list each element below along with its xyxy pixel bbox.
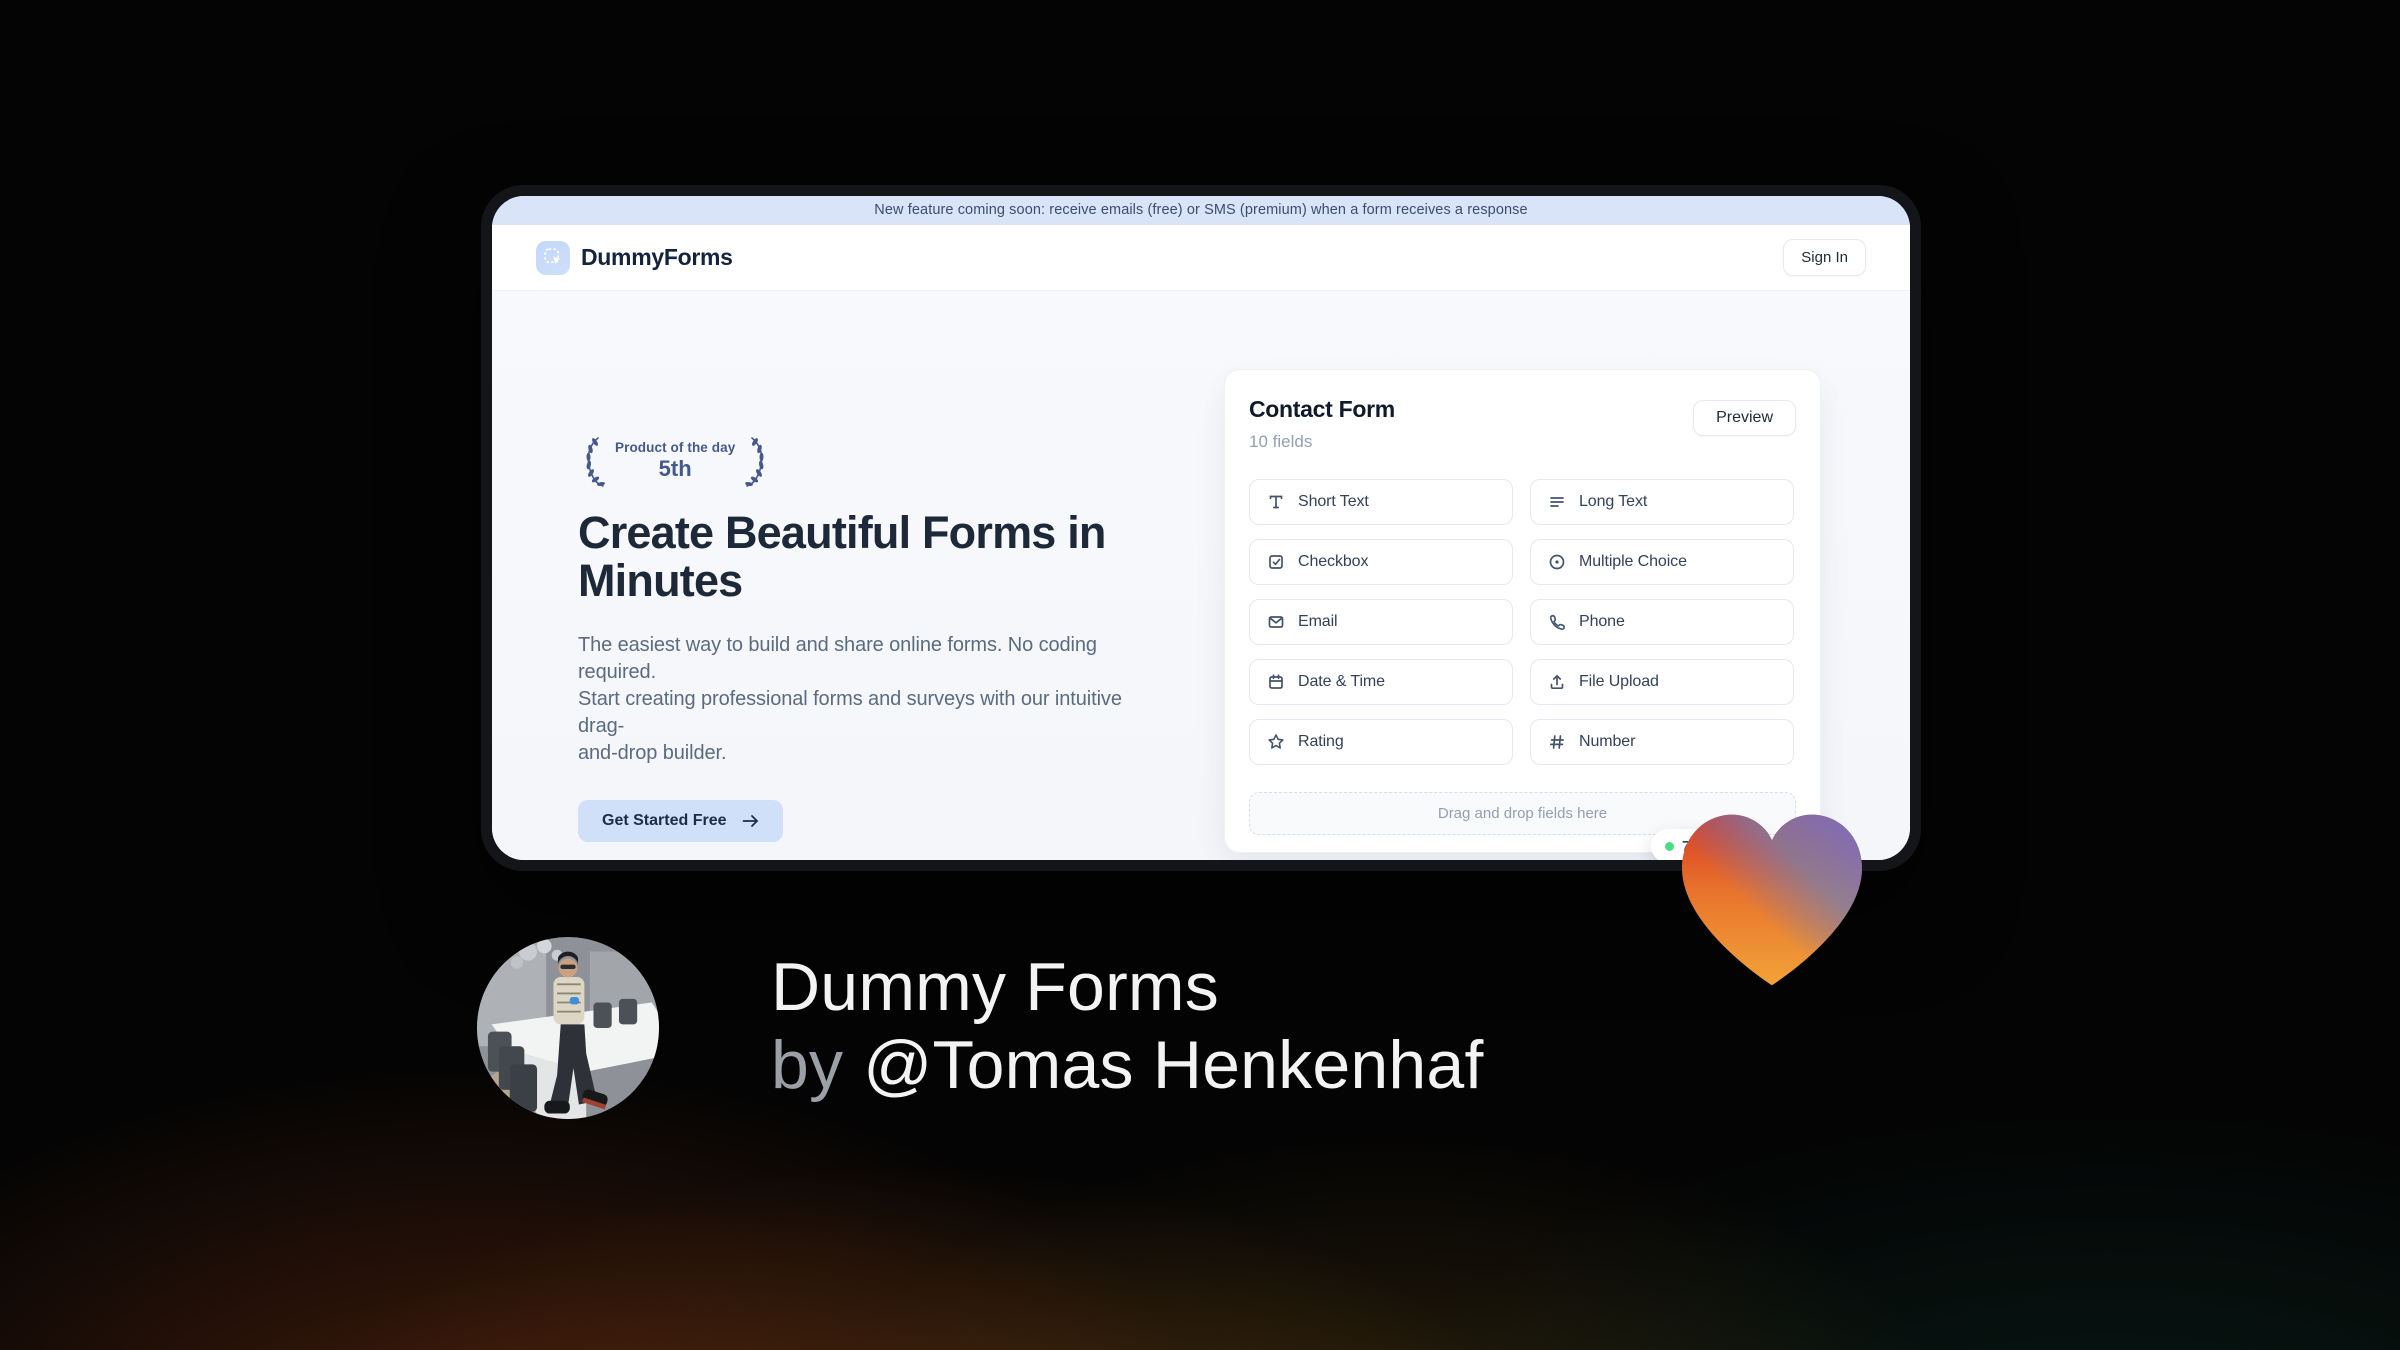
field-label: Multiple Choice	[1579, 553, 1687, 570]
get-started-button[interactable]: Get Started Free	[578, 800, 784, 842]
field-type-grid: Short Text Long Text Checkbox Multiple C…	[1249, 479, 1796, 765]
credit-title: Dummy Forms	[771, 949, 1219, 1025]
hero-section: Product of the day 5th Create Beautiful …	[492, 291, 1910, 860]
field-type-multiple-choice[interactable]: Multiple Choice	[1530, 539, 1794, 585]
field-type-phone[interactable]: Phone	[1530, 599, 1794, 645]
checkbox-icon	[1266, 552, 1286, 572]
field-type-rating[interactable]: Rating	[1249, 719, 1513, 765]
laurel-right-icon	[745, 437, 764, 487]
award-text: Product of the day 5th	[615, 440, 735, 482]
form-title: Contact Form	[1249, 396, 1395, 422]
calendar-icon	[1266, 672, 1286, 692]
page-surface: New feature coming soon: receive emails …	[492, 196, 1910, 860]
field-label: Checkbox	[1298, 553, 1369, 570]
field-label: Email	[1298, 613, 1338, 630]
field-type-email[interactable]: Email	[1249, 599, 1513, 645]
field-label: Rating	[1298, 733, 1344, 750]
hero-description: The easiest way to build and share onlin…	[578, 634, 1122, 764]
heart-icon	[1682, 814, 1862, 986]
dummyforms-logo-icon	[536, 240, 570, 275]
field-label: Date & Time	[1298, 673, 1385, 690]
award-title: Product of the day	[615, 440, 736, 455]
get-started-label: Get Started Free	[602, 812, 727, 829]
form-field-count: 10 fields	[1249, 432, 1313, 451]
preview-button[interactable]: Preview	[1693, 400, 1796, 436]
field-label: Long Text	[1579, 493, 1648, 510]
field-type-short-text[interactable]: Short Text	[1249, 479, 1513, 525]
field-type-checkbox[interactable]: Checkbox	[1249, 539, 1513, 585]
long-text-icon	[1547, 492, 1567, 512]
credit-byline-prefix: by	[771, 1027, 844, 1103]
radio-icon	[1547, 552, 1567, 572]
hash-icon	[1547, 732, 1567, 752]
laurel-left-icon	[586, 437, 605, 487]
form-builder-header: Contact Form 10 fields Preview	[1249, 396, 1796, 452]
arrow-right-icon	[743, 815, 759, 827]
site-header: DummyForms Sign In	[492, 225, 1910, 291]
author-avatar	[477, 937, 659, 1119]
award-rank: 5th	[658, 456, 692, 481]
field-type-date-time[interactable]: Date & Time	[1249, 659, 1513, 705]
field-type-file-upload[interactable]: File Upload	[1530, 659, 1794, 705]
email-icon	[1266, 612, 1286, 632]
field-label: Phone	[1579, 613, 1625, 630]
browser-window: New feature coming soon: receive emails …	[481, 185, 1921, 871]
form-builder-card: Contact Form 10 fields Preview Short Tex…	[1224, 369, 1821, 853]
upload-icon	[1547, 672, 1567, 692]
field-label: File Upload	[1579, 673, 1659, 690]
star-icon	[1266, 732, 1286, 752]
short-text-icon	[1266, 492, 1286, 512]
drag-drop-label: Drag and drop fields here	[1437, 805, 1608, 822]
field-label: Number	[1579, 733, 1636, 750]
phone-icon	[1547, 612, 1567, 632]
announcement-banner: New feature coming soon: receive emails …	[492, 196, 1910, 225]
product-of-the-day-badge: Product of the day 5th	[578, 435, 1168, 487]
brand-home-link[interactable]: DummyForms	[536, 240, 733, 275]
credit-author: @Tomas Henkenhaf	[863, 1027, 1484, 1103]
hero-copy: Product of the day 5th Create Beautiful …	[578, 435, 1168, 842]
field-label: Short Text	[1298, 493, 1369, 510]
credit-block: Dummy Forms by @Tomas Henkenhaf	[771, 948, 1484, 1104]
field-type-number[interactable]: Number	[1530, 719, 1794, 765]
field-type-long-text[interactable]: Long Text	[1530, 479, 1794, 525]
brand-name: DummyForms	[581, 244, 733, 270]
sign-in-button[interactable]: Sign In	[1783, 239, 1866, 276]
page-title: Create Beautiful Forms in Minutes	[578, 507, 1106, 606]
